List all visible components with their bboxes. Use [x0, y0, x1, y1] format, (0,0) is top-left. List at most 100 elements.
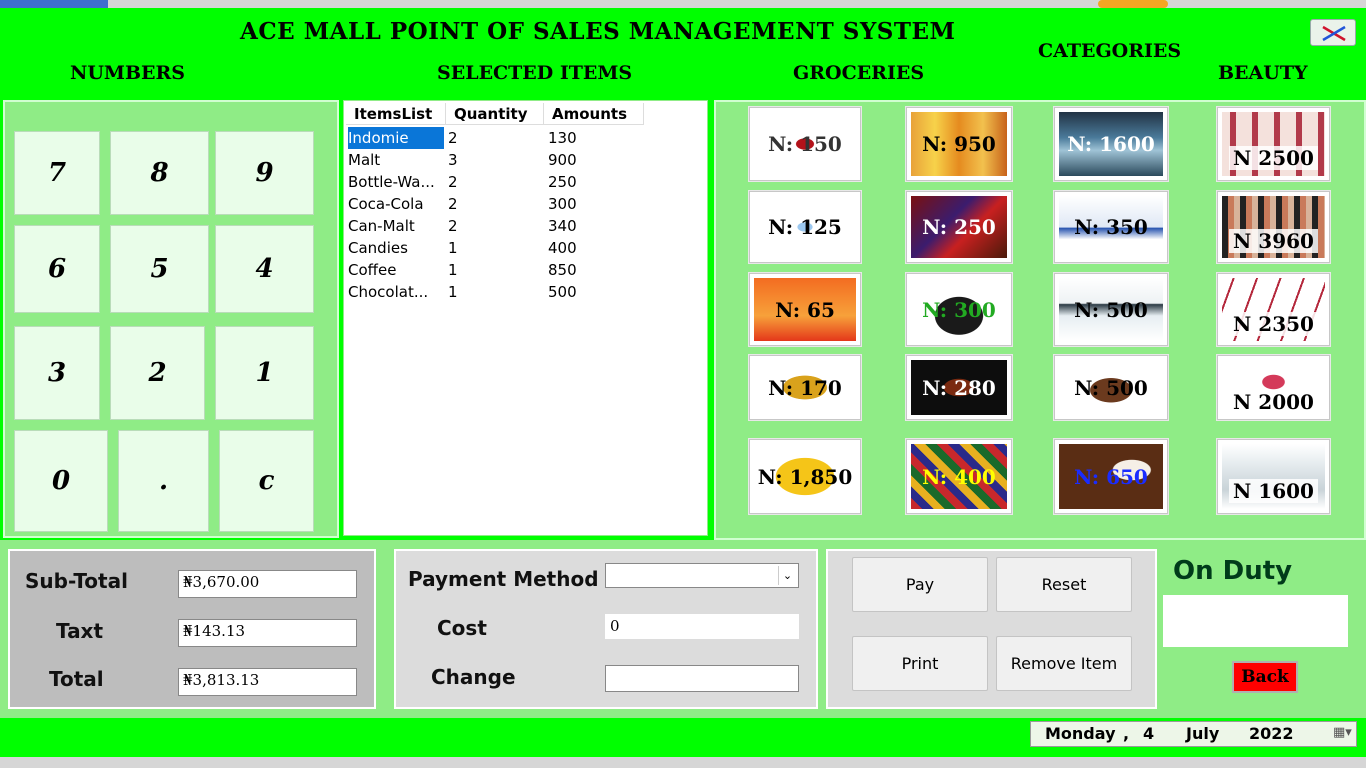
product-price: N: 300: [922, 297, 996, 322]
change-label: Change: [431, 665, 516, 689]
list-item-amount: 130: [548, 129, 577, 147]
list-item-amount: 250: [548, 173, 577, 191]
list-item-qty: 2: [448, 129, 458, 147]
product-tile[interactable]: N: 65: [749, 273, 861, 346]
numpad-key-6[interactable]: 6: [14, 225, 100, 313]
date-separator: ,: [1123, 724, 1130, 743]
product-price: N: 400: [922, 464, 996, 489]
product-tile[interactable]: N: 125: [749, 191, 861, 263]
product-tile[interactable]: N: 500: [1054, 273, 1168, 346]
on-duty-field[interactable]: [1163, 595, 1348, 647]
column-header-quantity[interactable]: Quantity: [446, 103, 544, 125]
product-price: N: 950: [922, 132, 996, 156]
numpad-key-4[interactable]: 4: [215, 225, 314, 313]
list-item[interactable]: Coca-Cola 2 300: [344, 193, 644, 215]
change-field[interactable]: [605, 665, 799, 692]
list-item-qty: 1: [448, 283, 458, 301]
date-picker[interactable]: Monday , 4 July 2022 ▦▾: [1030, 721, 1357, 747]
product-tile[interactable]: N: 1600: [1054, 107, 1168, 181]
pay-button[interactable]: Pay: [852, 557, 988, 612]
numpad-key-clear[interactable]: c: [219, 430, 314, 532]
close-icon: [1322, 25, 1346, 42]
product-tile[interactable]: N: 500: [1054, 355, 1168, 420]
list-item[interactable]: Malt 3 900: [344, 149, 644, 171]
list-item[interactable]: Coffee 1 850: [344, 259, 644, 281]
items-listview[interactable]: ItemsList Quantity Amounts Indomie 2 130 Ma…: [343, 100, 708, 536]
product-price: N: 350: [1074, 215, 1148, 239]
product-tile[interactable]: N: 300: [906, 273, 1012, 346]
product-price: N: 125: [768, 215, 842, 239]
product-tile[interactable]: N: 400: [906, 439, 1012, 514]
list-item[interactable]: Can-Malt 2 340: [344, 215, 644, 237]
taskbar-strip: [0, 0, 1366, 8]
product-tile[interactable]: N 1600: [1217, 439, 1330, 514]
numpad-key-3[interactable]: 3: [14, 326, 100, 420]
product-tile[interactable]: N 2350: [1217, 273, 1330, 346]
product-price: N 2500: [1229, 146, 1318, 170]
list-item-qty: 2: [448, 173, 458, 191]
numpad-key-dot[interactable]: .: [118, 430, 209, 532]
remove-item-button[interactable]: Remove Item: [996, 636, 1132, 691]
list-item-qty: 3: [448, 151, 458, 169]
print-button[interactable]: Print: [852, 636, 988, 691]
numpad-key-2[interactable]: 2: [110, 326, 205, 420]
list-item[interactable]: Chocolat... 1 500: [344, 281, 644, 303]
product-price: N 2000: [1229, 389, 1318, 414]
product-tile[interactable]: N: 150: [749, 107, 861, 181]
numpad-key-9[interactable]: 9: [215, 131, 314, 215]
date-weekday: Monday: [1045, 724, 1116, 743]
product-price: N: 250: [922, 215, 996, 239]
list-item-item: Coca-Cola: [348, 195, 424, 213]
numpad-key-5[interactable]: 5: [110, 225, 209, 313]
list-item-amount: 850: [548, 261, 577, 279]
payment-method-label: Payment Method: [408, 567, 599, 591]
calendar-icon[interactable]: ▦▾: [1333, 725, 1352, 740]
close-button[interactable]: [1310, 19, 1356, 46]
date-year: 2022: [1249, 724, 1294, 743]
product-price: N: 280: [922, 375, 996, 400]
numpad-key-8[interactable]: 8: [110, 131, 209, 215]
numpad-key-0[interactable]: 0: [14, 430, 108, 532]
list-item-item: Chocolat...: [348, 283, 429, 301]
product-tile[interactable]: N: 950: [906, 107, 1012, 181]
product-tile[interactable]: N: 170: [749, 355, 861, 420]
cost-field[interactable]: 0: [605, 614, 799, 639]
product-tile[interactable]: N: 350: [1054, 191, 1168, 263]
total-field[interactable]: ₦3,813.13: [178, 668, 357, 696]
subtotal-field[interactable]: ₦3,670.00: [178, 570, 357, 598]
window-bottom-edge: [0, 757, 1366, 768]
back-button[interactable]: Back: [1232, 661, 1298, 693]
product-tile[interactable]: N 2500: [1217, 107, 1330, 181]
column-header-amounts[interactable]: Amounts: [544, 103, 644, 125]
product-price: N: 500: [1074, 297, 1148, 322]
product-tile[interactable]: N 2000: [1217, 355, 1330, 420]
product-tile[interactable]: N 3960: [1217, 191, 1330, 263]
chevron-down-icon: ⌄: [778, 566, 796, 585]
product-tile[interactable]: N: 650: [1054, 439, 1168, 514]
product-price: N: 1600: [1067, 132, 1155, 156]
list-item[interactable]: Bottle-Wa... 2 250: [344, 171, 644, 193]
list-item-amount: 400: [548, 239, 577, 257]
list-item-item: Malt: [348, 151, 381, 169]
product-price: N: 1,850: [757, 464, 853, 489]
app-title: ACE MALL POINT OF SALES MANAGEMENT SYSTE…: [240, 18, 956, 45]
reset-button[interactable]: Reset: [996, 557, 1132, 612]
numpad-key-1[interactable]: 1: [215, 326, 314, 420]
list-item[interactable]: Candies 1 400: [344, 237, 644, 259]
categories-header: CATEGORIES: [1038, 40, 1182, 62]
product-price: N: 650: [1074, 464, 1148, 489]
list-item-item: Bottle-Wa...: [348, 173, 435, 191]
cost-label: Cost: [437, 616, 487, 640]
product-tile[interactable]: N: 280: [906, 355, 1012, 420]
total-label: Total: [49, 667, 104, 691]
list-item-item: Indomie: [348, 127, 444, 149]
column-header-items[interactable]: ItemsList: [346, 103, 446, 125]
date-day: 4: [1143, 724, 1155, 743]
payment-method-dropdown[interactable]: ⌄: [605, 563, 799, 588]
product-tile[interactable]: N: 1,850: [749, 439, 861, 514]
subtotal-label: Sub-Total: [25, 569, 128, 593]
tax-field[interactable]: ₦143.13: [178, 619, 357, 647]
numpad-key-7[interactable]: 7: [14, 131, 100, 215]
product-tile[interactable]: N: 250: [906, 191, 1012, 263]
list-item[interactable]: Indomie 2 130: [344, 127, 644, 149]
